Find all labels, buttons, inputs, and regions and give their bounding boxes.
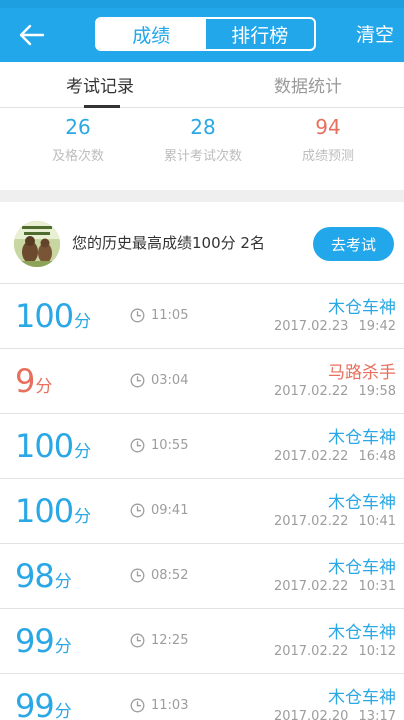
duration-text: 11:05	[151, 308, 189, 323]
arrow-left-icon	[19, 24, 45, 46]
record-score: 99分	[15, 688, 72, 720]
stat-value: 94	[315, 115, 341, 139]
score-unit: 分	[54, 637, 72, 657]
clock-icon	[130, 633, 145, 648]
record-date: 2017.02.22 19:58	[273, 384, 396, 399]
score-value: 99	[15, 687, 55, 720]
record-score: 100分	[15, 428, 91, 470]
segment-control: 成绩 排行榜	[95, 17, 316, 51]
record-title: 木仓车神	[328, 688, 396, 708]
duration-text: 12:25	[151, 633, 189, 648]
record-score: 98分	[15, 558, 72, 600]
duration-text: 11:03	[151, 698, 189, 713]
record-row[interactable]: 9分 03:04 马路杀手 2017.02.22 19:58	[0, 349, 404, 414]
record-date: 2017.02.20 13:17	[273, 709, 396, 720]
record-date: 2017.02.22 10:31	[273, 579, 396, 594]
record-score: 99分	[15, 623, 72, 665]
record-duration: 12:25	[130, 633, 188, 648]
stat-value: 26	[65, 115, 91, 139]
record-date: 2017.02.22 10:41	[273, 514, 396, 529]
duration-text: 10:55	[151, 438, 189, 453]
app-header: 成绩 排行榜 清空	[0, 8, 404, 62]
avatar[interactable]	[14, 221, 60, 267]
record-title: 木仓车神	[328, 493, 396, 513]
record-duration: 10:55	[130, 438, 188, 453]
stat-label: 及格次数	[51, 149, 104, 164]
clock-icon	[130, 308, 145, 323]
record-duration: 08:52	[130, 568, 188, 583]
record-title: 马路杀手	[328, 363, 396, 383]
clock-icon	[130, 698, 145, 713]
score-unit: 分	[74, 507, 92, 527]
stat-label: 成绩预测	[301, 149, 354, 164]
record-score: 9分	[15, 363, 52, 405]
record-date: 2017.02.22 10:12	[273, 644, 396, 659]
section-divider	[0, 190, 404, 202]
score-unit: 分	[74, 442, 92, 462]
stat-value: 28	[190, 115, 216, 139]
stat-pass-count: 26 及格次数	[8, 114, 148, 164]
status-bar	[0, 0, 404, 8]
duration-text: 09:41	[151, 503, 189, 518]
record-row[interactable]: 99分 12:25 木仓车神 2017.02.22 10:12	[0, 609, 404, 674]
record-title: 木仓车神	[328, 298, 396, 318]
score-unit: 分	[54, 572, 72, 592]
record-row[interactable]: 99分 11:03 木仓车神 2017.02.20 13:17	[0, 674, 404, 720]
take-exam-button[interactable]: 去考试	[313, 227, 394, 261]
stat-label: 累计考试次数	[163, 149, 242, 164]
tab-leaderboard[interactable]: 排行榜	[206, 19, 315, 49]
record-score: 100分	[15, 493, 91, 535]
duration-text: 03:04	[151, 373, 189, 388]
stat-score-prediction: 94 成绩预测	[258, 114, 398, 164]
record-duration: 03:04	[130, 373, 188, 388]
score-value: 9	[15, 362, 35, 400]
clock-icon	[130, 568, 145, 583]
record-date: 2017.02.22 16:48	[273, 449, 396, 464]
score-unit: 分	[54, 702, 72, 720]
stat-total-exams: 28 累计考试次数	[133, 114, 273, 164]
score-value: 98	[15, 557, 55, 595]
score-value: 99	[15, 622, 55, 660]
score-value: 100	[15, 297, 74, 335]
best-score-banner: 您的历史最高成绩100分 2名 去考试	[0, 202, 404, 284]
stats-panel: 26 及格次数 28 累计考试次数 94 成绩预测	[0, 108, 404, 190]
record-duration: 11:05	[130, 308, 188, 323]
record-title: 木仓车神	[328, 623, 396, 643]
record-title: 木仓车神	[328, 428, 396, 448]
record-row[interactable]: 100分 11:05 木仓车神 2017.02.23 19:42	[0, 284, 404, 349]
score-value: 100	[15, 492, 74, 530]
tab-scores[interactable]: 成绩	[97, 19, 206, 49]
duration-text: 08:52	[151, 568, 189, 583]
best-score-text: 您的历史最高成绩100分 2名	[72, 234, 265, 252]
clear-button[interactable]: 清空	[356, 20, 394, 47]
subtab-bar: 考试记录 数据统计	[0, 62, 404, 108]
clock-icon	[130, 503, 145, 518]
record-date: 2017.02.23 19:42	[273, 319, 396, 334]
tab-exam-records[interactable]: 考试记录	[66, 72, 134, 97]
record-duration: 09:41	[130, 503, 188, 518]
tab-data-statistics[interactable]: 数据统计	[274, 72, 342, 97]
record-row[interactable]: 100分 10:55 木仓车神 2017.02.22 16:48	[0, 414, 404, 479]
record-score: 100分	[15, 298, 91, 340]
record-title: 木仓车神	[328, 558, 396, 578]
score-unit: 分	[35, 377, 53, 397]
back-button[interactable]	[14, 18, 50, 52]
record-duration: 11:03	[130, 698, 188, 713]
clock-icon	[130, 438, 145, 453]
score-unit: 分	[74, 312, 92, 332]
record-list: 100分 11:05 木仓车神 2017.02.23 19:42 9分 03:0…	[0, 284, 404, 720]
clock-icon	[130, 373, 145, 388]
avatar-image-icon	[14, 221, 60, 267]
record-row[interactable]: 100分 09:41 木仓车神 2017.02.22 10:41	[0, 479, 404, 544]
record-row[interactable]: 98分 08:52 木仓车神 2017.02.22 10:31	[0, 544, 404, 609]
score-value: 100	[15, 427, 74, 465]
